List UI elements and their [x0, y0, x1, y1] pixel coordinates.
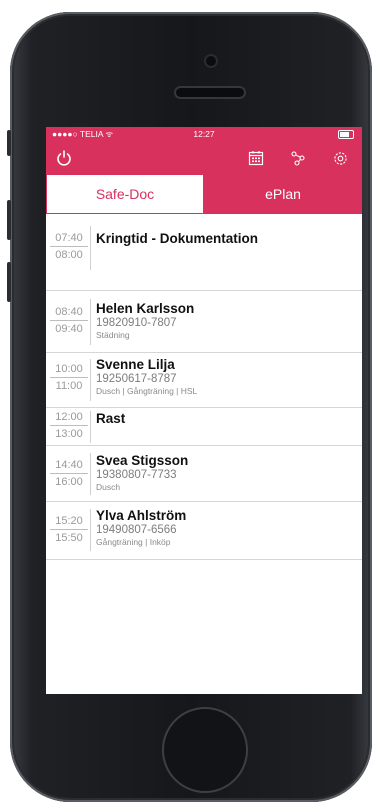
schedule-list: 07:40 08:00 Kringtid - Dokumentation 08:…	[46, 214, 362, 560]
end-time: 16:00	[55, 476, 83, 488]
toolbar	[46, 141, 362, 174]
segment-tabs: Safe-Doc ePlan	[46, 174, 362, 214]
battery-icon	[338, 130, 354, 139]
volume-up-button	[7, 200, 11, 240]
time-range: 10:00 11:00	[50, 363, 88, 392]
item-name: Svea Stigsson	[96, 453, 189, 468]
start-time: 12:00	[50, 411, 88, 426]
time-range: 14:40 16:00	[50, 459, 88, 488]
item-name: Rast	[96, 411, 126, 426]
start-time: 10:00	[50, 363, 88, 378]
divider	[90, 411, 91, 443]
divider	[90, 453, 91, 495]
mute-switch	[7, 130, 11, 156]
item-content: Svenne Lilja 19250617-8787 Dusch | Gångt…	[96, 357, 356, 396]
item-content: Ylva Ahlström 19490807-6566 Gångträning …	[96, 508, 356, 547]
volume-down-button	[7, 262, 11, 302]
item-services: Städning	[96, 330, 130, 340]
list-item[interactable]: 07:40 08:00 Kringtid - Dokumentation	[46, 214, 362, 291]
divider	[90, 226, 91, 270]
start-time: 15:20	[50, 515, 88, 530]
item-content: Kringtid - Dokumentation	[96, 231, 356, 246]
list-item[interactable]: 10:00 11:00 Svenne Lilja 19250617-8787 D…	[46, 353, 362, 408]
item-content: Svea Stigsson 19380807-7733 Dusch	[96, 453, 356, 492]
item-content: Rast	[96, 411, 356, 426]
person-id: 19380807-7733	[96, 469, 177, 481]
share-icon[interactable]	[288, 148, 308, 168]
divider	[90, 359, 91, 401]
tab-eplan[interactable]: ePlan	[204, 174, 362, 214]
item-services: Gångträning | Inköp	[96, 537, 171, 547]
tab-safe-doc[interactable]: Safe-Doc	[46, 174, 204, 214]
time-range: 07:40 08:00	[50, 232, 88, 261]
item-content: Helen Karlsson 19820910-7807 Städning	[96, 301, 356, 340]
end-time: 09:40	[55, 323, 83, 335]
end-time: 08:00	[55, 249, 83, 261]
front-camera	[206, 56, 216, 66]
item-name: Helen Karlsson	[96, 301, 195, 316]
item-name: Ylva Ahlström	[96, 508, 187, 523]
time-range: 12:00 13:00	[50, 411, 88, 440]
app-screen: ●●●●○ TELIA ᯤ 12:27 Safe-Doc ePlan 07:40…	[46, 127, 362, 694]
start-time: 08:40	[50, 306, 88, 321]
list-item[interactable]: 14:40 16:00 Svea Stigsson 19380807-7733 …	[46, 446, 362, 502]
list-item[interactable]: 08:40 09:40 Helen Karlsson 19820910-7807…	[46, 291, 362, 353]
end-time: 13:00	[55, 428, 83, 440]
item-services: Dusch	[96, 482, 121, 492]
start-time: 07:40	[50, 232, 88, 247]
list-item[interactable]: 15:20 15:50 Ylva Ahlström 19490807-6566 …	[46, 502, 362, 560]
person-id: 19490807-6566	[96, 524, 177, 536]
person-id: 19250617-8787	[96, 373, 177, 385]
divider	[90, 509, 91, 551]
item-name: Svenne Lilja	[96, 357, 175, 372]
calendar-icon[interactable]	[246, 148, 266, 168]
time-range: 08:40 09:40	[50, 306, 88, 335]
earpiece-speaker	[176, 88, 244, 97]
gear-icon[interactable]	[330, 148, 350, 168]
end-time: 15:50	[55, 532, 83, 544]
person-id: 19820910-7807	[96, 317, 177, 329]
status-time: 12:27	[193, 129, 215, 139]
item-name: Kringtid - Dokumentation	[96, 231, 258, 246]
time-range: 15:20 15:50	[50, 515, 88, 544]
start-time: 14:40	[50, 459, 88, 474]
divider	[90, 299, 91, 345]
power-icon[interactable]	[54, 148, 74, 168]
home-button[interactable]	[162, 707, 248, 793]
status-bar: ●●●●○ TELIA ᯤ 12:27	[46, 127, 362, 141]
end-time: 11:00	[55, 380, 83, 392]
item-services: Dusch | Gångträning | HSL	[96, 386, 198, 396]
list-item[interactable]: 12:00 13:00 Rast	[46, 408, 362, 446]
